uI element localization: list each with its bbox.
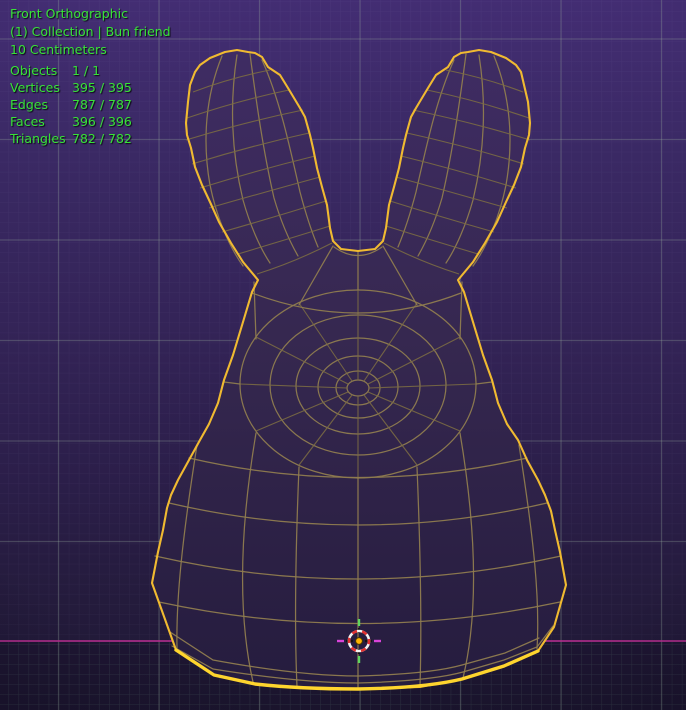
breadcrumb: (1) Collection | Bun friend — [10, 24, 171, 39]
stat-row-faces: Faces 396 / 396 — [10, 113, 132, 130]
stat-row-objects: Objects 1 / 1 — [10, 62, 132, 79]
object-origin-dot — [355, 637, 363, 645]
scene-statistics: Objects 1 / 1 Vertices 395 / 395 Edges 7… — [10, 62, 132, 147]
view-name-label: Front Orthographic — [10, 6, 128, 21]
stat-value: 1 / 1 — [72, 63, 101, 78]
stat-label: Edges — [10, 97, 48, 112]
stat-label: Faces — [10, 114, 45, 129]
blender-3d-viewport[interactable]: Front Orthographic (1) Collection | Bun … — [0, 0, 686, 710]
stat-row-edges: Edges 787 / 787 — [10, 96, 132, 113]
stat-row-vertices: Vertices 395 / 395 — [10, 79, 132, 96]
stat-label: Vertices — [10, 80, 60, 95]
stat-value: 782 / 782 — [72, 131, 132, 146]
stat-row-triangles: Triangles 782 / 782 — [10, 130, 132, 147]
grid-scale-label: 10 Centimeters — [10, 42, 107, 57]
stat-label: Objects — [10, 63, 58, 78]
stat-value: 787 / 787 — [72, 97, 132, 112]
stat-value: 396 / 396 — [72, 114, 132, 129]
stat-value: 395 / 395 — [72, 80, 132, 95]
stat-label: Triangles — [10, 131, 66, 146]
